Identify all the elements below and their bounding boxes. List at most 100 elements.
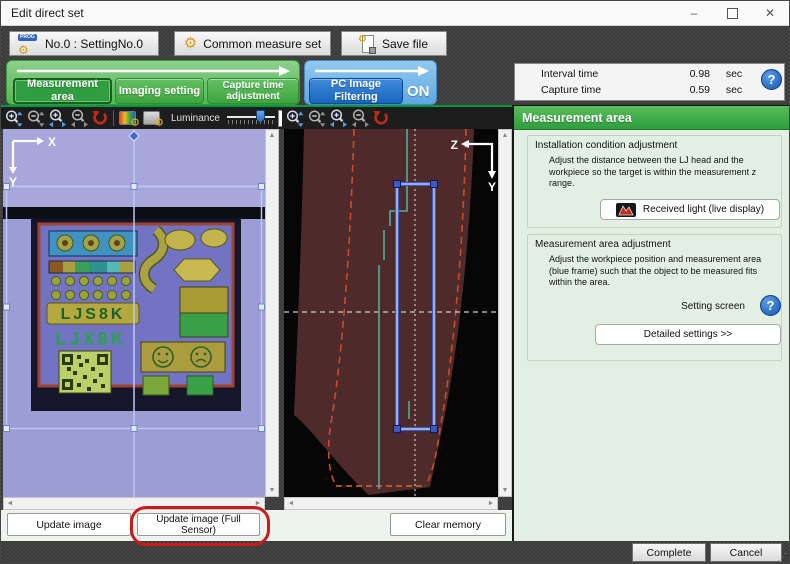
capture-time-label: Capture time: [541, 84, 658, 96]
installation-condition-title: Installation condition adjustment: [535, 140, 677, 151]
minimize-icon: –: [691, 6, 698, 20]
gear-icon: ⚙: [130, 118, 140, 129]
left-viewer-vscrollbar[interactable]: ▲ ▼: [265, 129, 279, 497]
scroll-down-icon[interactable]: ▼: [266, 485, 278, 496]
measurement-area-adjustment-section: Measurement area adjustment Adjust the w…: [527, 234, 782, 361]
gear-icon: ⚙: [18, 44, 29, 56]
reset-view-icon[interactable]: [373, 110, 389, 126]
complete-button[interactable]: Complete: [632, 543, 706, 562]
filter-state-badge: ON: [407, 78, 430, 104]
zoom-in-horizontal-icon[interactable]: [329, 109, 348, 128]
target-board: LJS8K LJX8K: [31, 219, 241, 411]
common-measure-set-button[interactable]: ⚙ Common measure set: [174, 31, 331, 56]
clear-memory-label: Clear memory: [415, 519, 481, 531]
capture-time-value: 0.59: [658, 84, 710, 96]
tab-imaging-setting-label: Imaging setting: [119, 85, 200, 98]
tab-capture-time-adjustment[interactable]: Capture time adjustment: [207, 78, 299, 104]
minimize-button[interactable]: –: [675, 1, 713, 25]
maximize-icon: [727, 8, 738, 19]
help-icon: ?: [768, 72, 776, 87]
received-light-button[interactable]: Received light (live display): [600, 199, 780, 220]
complete-label: Complete: [647, 547, 692, 559]
scroll-right-icon[interactable]: ►: [485, 498, 497, 509]
clear-memory-button[interactable]: Clear memory: [390, 513, 506, 536]
save-file-button[interactable]: ⚙ Save file: [341, 31, 447, 56]
image-mode-color-icon[interactable]: ⚙: [119, 111, 136, 125]
panel-header-title: Measurement area: [522, 111, 632, 125]
update-image-full-label: Update image (Full Sensor): [144, 514, 253, 536]
help-icon: ?: [767, 298, 775, 313]
scroll-down-icon[interactable]: ▼: [499, 485, 511, 496]
profile-viewer-vscrollbar[interactable]: ▲ ▼: [498, 129, 512, 497]
common-measure-label: Common measure set: [203, 37, 321, 51]
slider-track[interactable]: [227, 116, 275, 118]
zoom-in-horizontal-icon[interactable]: [48, 109, 67, 128]
zoom-out-horizontal-icon[interactable]: [70, 109, 89, 128]
hexagon-shape: [174, 259, 220, 281]
scroll-up-icon[interactable]: ▲: [499, 130, 511, 141]
cancel-label: Cancel: [730, 547, 763, 559]
interval-time-row: Interval time 0.98 sec: [515, 68, 784, 80]
timing-panel: Interval time 0.98 sec Capture time 0.59…: [514, 63, 785, 101]
left-viewer-hscrollbar[interactable]: ◄ ►: [3, 497, 265, 510]
interval-time-value: 0.98: [658, 68, 710, 80]
color-bar: [49, 261, 135, 273]
toolbar-separator: [113, 110, 114, 126]
update-image-full-sensor-button[interactable]: Update image (Full Sensor): [137, 513, 260, 536]
cancel-button[interactable]: Cancel: [710, 543, 782, 562]
flow-arrow-icon: [15, 65, 293, 77]
setting-no-button[interactable]: PROG ⚙ No.0 : SettingNo.0: [9, 31, 159, 56]
capture-time-unit: sec: [710, 84, 758, 96]
close-button[interactable]: ✕: [751, 1, 789, 25]
save-file-label: Save file: [382, 37, 428, 51]
luminance-label: Luminance: [171, 113, 220, 124]
zoom-out-horizontal-icon[interactable]: [351, 109, 370, 128]
capture-time-row: Capture time 0.59 sec: [515, 84, 784, 96]
scroll-left-icon[interactable]: ◄: [285, 498, 297, 509]
setting-screen-help-button[interactable]: ?: [760, 295, 781, 316]
tab-imaging-setting[interactable]: Imaging setting: [115, 78, 204, 104]
panel-header: Measurement area: [514, 105, 790, 130]
interval-time-label: Interval time: [541, 68, 658, 80]
scroll-left-icon[interactable]: ◄: [4, 498, 16, 509]
profile-viewer-hscrollbar[interactable]: ◄ ►: [284, 497, 498, 510]
setting-no-label: No.0 : SettingNo.0: [45, 37, 143, 51]
maximize-button[interactable]: [713, 1, 751, 25]
update-image-button[interactable]: Update image: [7, 513, 131, 536]
axis-z-label: Z: [451, 138, 458, 152]
save-file-icon: ⚙: [360, 35, 376, 53]
edit-direct-set-dialog: Edit direct set – ✕ PROG ⚙ No.0 : Settin…: [0, 0, 790, 564]
detailed-settings-button[interactable]: Detailed settings >>: [595, 324, 781, 345]
received-light-icon: [616, 203, 636, 217]
tab-capture-time-label: Capture time adjustment: [212, 80, 294, 103]
timing-help-button[interactable]: ?: [761, 69, 782, 90]
tab-measurement-area[interactable]: Measurement area: [13, 78, 112, 104]
detailed-settings-label: Detailed settings >>: [644, 329, 732, 340]
prog-badge-icon: PROG: [18, 34, 37, 41]
left-viewer-toolbar: ⚙ ⚙ Luminance 70 ▲ ▼: [1, 105, 282, 129]
scroll-up-icon[interactable]: ▲: [266, 130, 278, 141]
program-gear-icon: PROG ⚙: [18, 34, 39, 54]
height-image-canvas[interactable]: LJS8K LJX8K: [3, 129, 265, 497]
window-controls: – ✕: [675, 1, 789, 25]
window-title: Edit direct set: [11, 6, 84, 20]
zoom-out-vertical-icon[interactable]: [307, 109, 326, 128]
image-mode-gray-icon[interactable]: ⚙: [143, 111, 160, 125]
zoom-out-vertical-icon[interactable]: [26, 109, 45, 128]
scroll-right-icon[interactable]: ►: [252, 498, 264, 509]
qr-code: [59, 351, 111, 393]
profile-canvas[interactable]: Z Y: [284, 129, 498, 497]
reset-view-icon[interactable]: [92, 110, 108, 126]
axis-x-label: X: [48, 135, 56, 149]
measurement-area-panel: Measurement area Installation condition …: [512, 105, 790, 541]
measurement-flow-tab-group: Measurement area Imaging setting Capture…: [6, 60, 300, 105]
update-image-label: Update image: [36, 519, 101, 531]
axis-y-label: Y: [9, 175, 17, 189]
resize-grip[interactable]: ⋰: [777, 552, 787, 563]
measurement-area-adjustment-title: Measurement area adjustment: [535, 239, 671, 250]
pc-image-filtering-button[interactable]: PC Image Filtering: [309, 78, 403, 104]
filter-on-text: ON: [407, 83, 430, 100]
zoom-in-vertical-icon[interactable]: [285, 109, 304, 128]
luminance-slider[interactable]: [227, 109, 275, 127]
zoom-in-vertical-icon[interactable]: [4, 109, 23, 128]
